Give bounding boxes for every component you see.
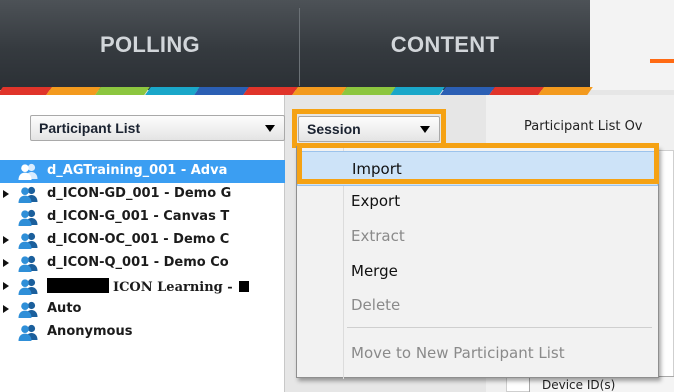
expand-arrow-icon[interactable] [3, 282, 9, 290]
participant-list-item-text: d_ICON-G_001 - Canvas T [47, 209, 230, 224]
participant-list-item-label: d_ICON-G_001 - Canvas T [47, 209, 229, 224]
participant-list-item[interactable]: d_ICON-G_001 - Canvas T [0, 206, 285, 229]
overview-title: Participant List Ov [524, 119, 643, 134]
participants-group-icon [18, 301, 38, 318]
menu-separator [347, 327, 652, 328]
tab-content-label: CONTENT [390, 32, 500, 57]
tab-active-partial[interactable] [590, 0, 674, 90]
participant-list-item-text: d_ICON-Q_001 - Demo Co [47, 255, 229, 270]
expand-arrow-icon[interactable] [3, 236, 9, 244]
menu-item-merge[interactable]: Merge [297, 254, 658, 289]
participant-list-item[interactable]: d_ICON-OC_001 - Demo C [0, 229, 285, 252]
tab-content[interactable]: CONTENT [300, 0, 590, 90]
participant-list-dropdown[interactable]: Participant List [30, 115, 285, 141]
participant-list-item-text: Anonymous [47, 324, 133, 339]
participant-list-item-text: d_ICON-GD_001 - Demo G [47, 186, 232, 201]
menu-item-delete[interactable]: Delete [297, 288, 658, 323]
participant-list-item[interactable]: Auto [0, 298, 285, 321]
participant-list-item-label: d_ICON-OC_001 - Demo C [47, 232, 229, 247]
top-tab-bar: POLLING CONTENT [0, 0, 674, 95]
tab-polling[interactable]: POLLING [0, 0, 300, 90]
expand-arrow-icon[interactable] [3, 190, 9, 198]
participant-list-item[interactable]: d_ICON-Q_001 - Demo Co [0, 252, 285, 275]
participant-list-item-label: d_ICON-Q_001 - Demo Co [47, 255, 229, 270]
participant-list-item-text: d_ICON-OC_001 - Demo C [47, 232, 230, 247]
participants-group-icon [18, 232, 38, 249]
participant-list-item[interactable]: d_AGTraining_001 - Adva [0, 160, 285, 183]
participant-list-item-label: ICON Learning - [47, 278, 249, 295]
participant-list-item-text: Auto [47, 301, 82, 316]
chevron-down-icon [265, 125, 275, 132]
tab-polling-label: POLLING [100, 32, 200, 57]
participant-list-item-label: d_AGTraining_001 - Adva [47, 163, 227, 178]
participant-list-dropdown-value: Participant List [39, 120, 141, 136]
participants-group-icon [18, 324, 38, 341]
participants-group-icon [18, 209, 38, 226]
participant-list-item-text: ICON Learning - [113, 280, 233, 295]
participants-group-icon [18, 163, 38, 180]
participants-group-icon [18, 255, 38, 272]
participants-group-icon [18, 186, 38, 203]
participant-list-item[interactable]: d_ICON-GD_001 - Demo G [0, 183, 285, 206]
expand-arrow-icon[interactable] [3, 305, 9, 313]
redacted-block [47, 278, 109, 293]
participant-list-item[interactable]: ICON Learning - [0, 275, 285, 298]
menu-item-move-to-new-list[interactable]: Move to New Participant List [297, 336, 658, 371]
menu-item-extract[interactable]: Extract [297, 219, 658, 254]
tab-accent-mark [650, 59, 674, 63]
participant-list-item-label: Auto [47, 301, 81, 316]
redacted-block [238, 281, 249, 292]
import-highlight-box [297, 143, 659, 184]
participant-tree: d_AGTraining_001 - Adva d_ICON-GD_001 - D… [0, 160, 285, 344]
participant-list-item[interactable]: Anonymous [0, 321, 285, 344]
expand-arrow-icon[interactable] [3, 259, 9, 267]
participants-group-icon [18, 278, 38, 295]
participant-list-item-label: Anonymous [47, 324, 132, 339]
participant-list-item-text: d_AGTraining_001 - Adva [47, 163, 228, 178]
tab-color-strip [0, 87, 593, 95]
menu-item-export[interactable]: Export [297, 184, 658, 219]
device-ids-column-header[interactable]: Device ID(s) [529, 376, 674, 392]
participant-list-item-label: d_ICON-GD_001 - Demo G [47, 186, 231, 201]
